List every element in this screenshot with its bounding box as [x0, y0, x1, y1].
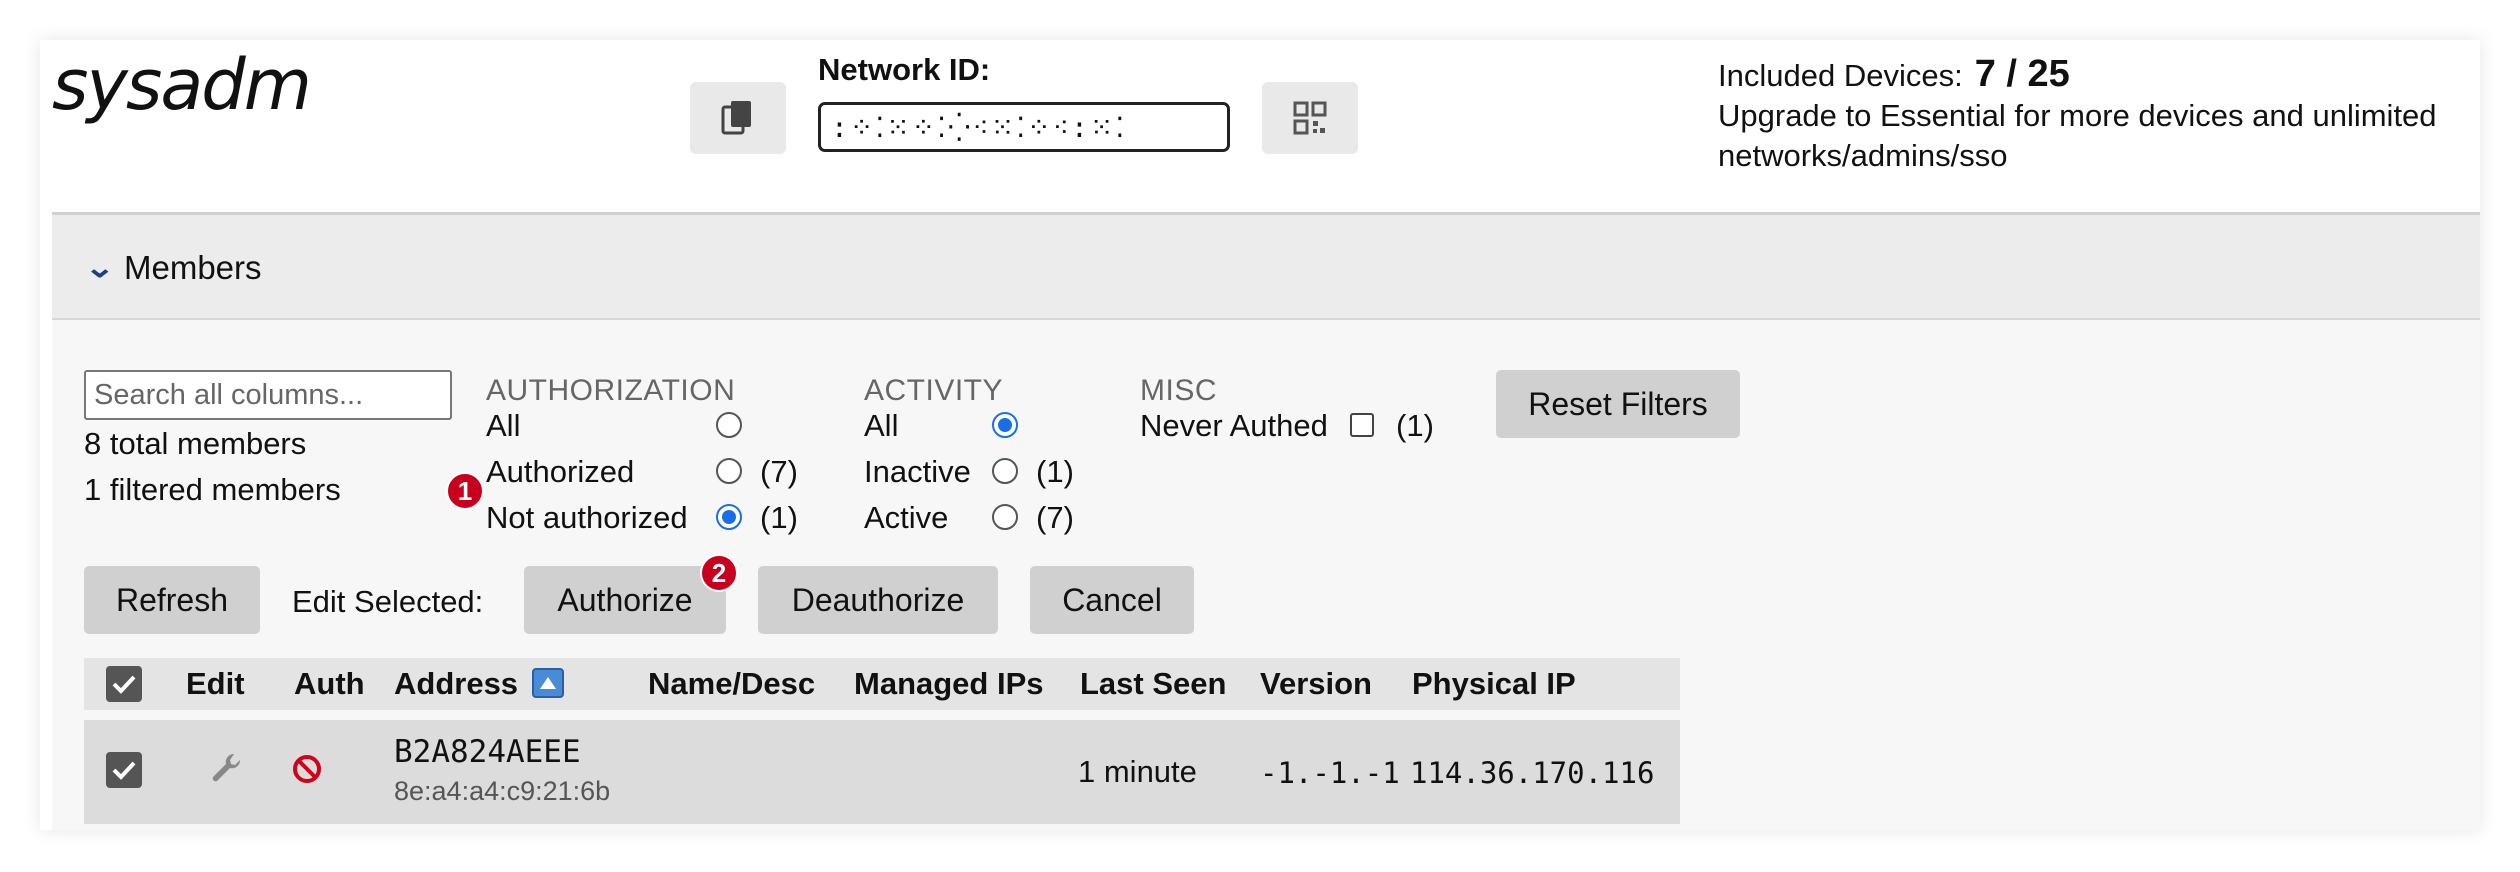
never-authed-count: (1)	[1396, 408, 1434, 443]
activity-heading: ACTIVITY	[864, 374, 1004, 407]
step-marker-1: 1	[446, 472, 484, 510]
never-authed-label: Never Authed	[1140, 408, 1328, 443]
col-address[interactable]: Address	[394, 666, 518, 702]
activity-inactive-count: (1)	[1036, 454, 1074, 489]
auth-authorized-radio[interactable]	[716, 458, 742, 484]
member-address: B2A824AEEE	[394, 734, 581, 770]
edit-selected-label: Edit Selected:	[292, 584, 484, 619]
misc-heading: MISC	[1140, 374, 1217, 407]
checkmark-icon	[112, 675, 136, 694]
chevron-down-icon: ⌄	[84, 252, 115, 283]
member-mac: 8e:a4:a4:c9:21:6b	[394, 776, 611, 806]
auth-not-authorized-count: (1)	[760, 500, 798, 535]
network-id-label: Network ID:	[818, 52, 991, 87]
row-checkbox[interactable]	[106, 752, 142, 788]
upgrade-line-2: networks/admins/sso	[1718, 138, 2008, 173]
auth-all-label: All	[486, 408, 521, 443]
step-marker-2: 2	[700, 554, 738, 592]
activity-active-count: (7)	[1036, 500, 1074, 535]
search-input[interactable]	[84, 370, 452, 420]
members-section-toggle[interactable]: ⌄ Members	[52, 212, 2480, 320]
member-version: -1.-1.-1	[1260, 756, 1400, 790]
copy-icon	[721, 101, 751, 135]
member-physical-ip: 114.36.170.116	[1410, 756, 1655, 790]
activity-all-radio[interactable]	[992, 412, 1018, 438]
activity-all-label: All	[864, 408, 899, 443]
auth-not-authorized-label: Not authorized	[486, 500, 688, 535]
members-title: Members	[124, 249, 262, 286]
brand-title: sysadm	[52, 44, 312, 126]
qr-code-icon	[1293, 101, 1327, 135]
triangle-up-icon	[540, 677, 556, 689]
col-last-seen[interactable]: Last Seen	[1080, 666, 1226, 702]
activity-active-radio[interactable]	[992, 504, 1018, 530]
included-devices-count: 7 / 25	[1974, 53, 2070, 95]
cancel-button[interactable]: Cancel	[1030, 566, 1194, 634]
auth-not-authorized-radio[interactable]	[716, 504, 742, 530]
wrench-icon	[212, 753, 241, 782]
col-auth[interactable]: Auth	[294, 666, 365, 702]
total-members: 8 total members	[84, 426, 307, 461]
col-physical-ip[interactable]: Physical IP	[1412, 666, 1576, 702]
qr-code-button[interactable]	[1262, 82, 1358, 154]
member-last-seen: 1 minute	[1078, 754, 1197, 789]
never-authed-checkbox[interactable]	[1350, 413, 1374, 437]
app-frame: sysadm Network ID: Included Devices: 7 / …	[40, 40, 2480, 830]
reset-filters-button[interactable]: Reset Filters	[1496, 370, 1740, 438]
edit-wrench-button[interactable]	[208, 750, 244, 791]
select-all-checkbox[interactable]	[106, 666, 142, 702]
authorize-button[interactable]: Authorize	[524, 566, 726, 634]
col-edit[interactable]: Edit	[186, 666, 245, 702]
auth-all-radio[interactable]	[716, 412, 742, 438]
sort-ascending-icon[interactable]	[532, 668, 564, 698]
deauthorize-button[interactable]: Deauthorize	[758, 566, 998, 634]
included-devices-label: Included Devices:	[1718, 58, 1963, 93]
prohibited-icon	[293, 755, 321, 783]
upgrade-line-1: Upgrade to Essential for more devices an…	[1718, 98, 2437, 133]
col-version[interactable]: Version	[1260, 666, 1372, 702]
auth-authorized-count: (7)	[760, 454, 798, 489]
network-id-field[interactable]	[818, 102, 1230, 152]
included-devices-info: Included Devices: 7 / 25 Upgrade to Essen…	[1718, 54, 2437, 176]
auth-authorized-label: Authorized	[486, 454, 635, 489]
activity-active-label: Active	[864, 500, 949, 535]
col-name-desc[interactable]: Name/Desc	[648, 666, 815, 702]
col-managed-ips[interactable]: Managed IPs	[854, 666, 1044, 702]
activity-inactive-label: Inactive	[864, 454, 971, 489]
refresh-button[interactable]: Refresh	[84, 566, 260, 634]
authorization-heading: AUTHORIZATION	[486, 374, 736, 407]
included-devices-row: Included Devices: 7 / 25	[1718, 54, 2437, 96]
deauthorized-status[interactable]	[292, 754, 322, 789]
copy-network-id-button[interactable]	[690, 82, 786, 154]
activity-inactive-radio[interactable]	[992, 458, 1018, 484]
filtered-members: 1 filtered members	[84, 472, 341, 507]
checkmark-icon	[112, 761, 136, 780]
